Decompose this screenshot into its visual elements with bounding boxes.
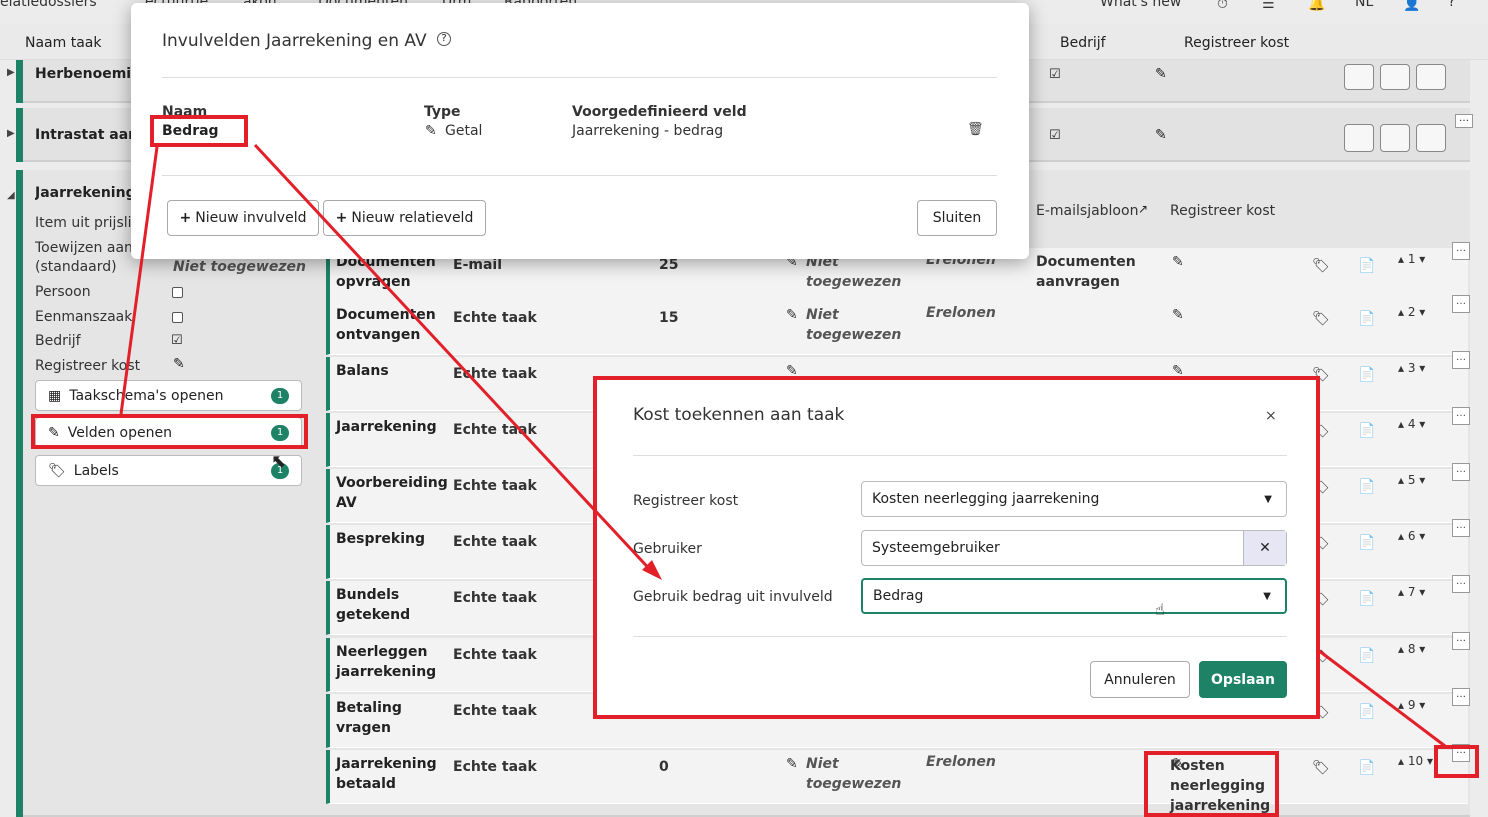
arrow-modal-to-options [1317,648,1446,748]
annotation-arrows [119,143,1446,748]
arrow-bedrag-to-velden [119,146,159,415]
arrow-bedrag-to-field [253,143,657,577]
